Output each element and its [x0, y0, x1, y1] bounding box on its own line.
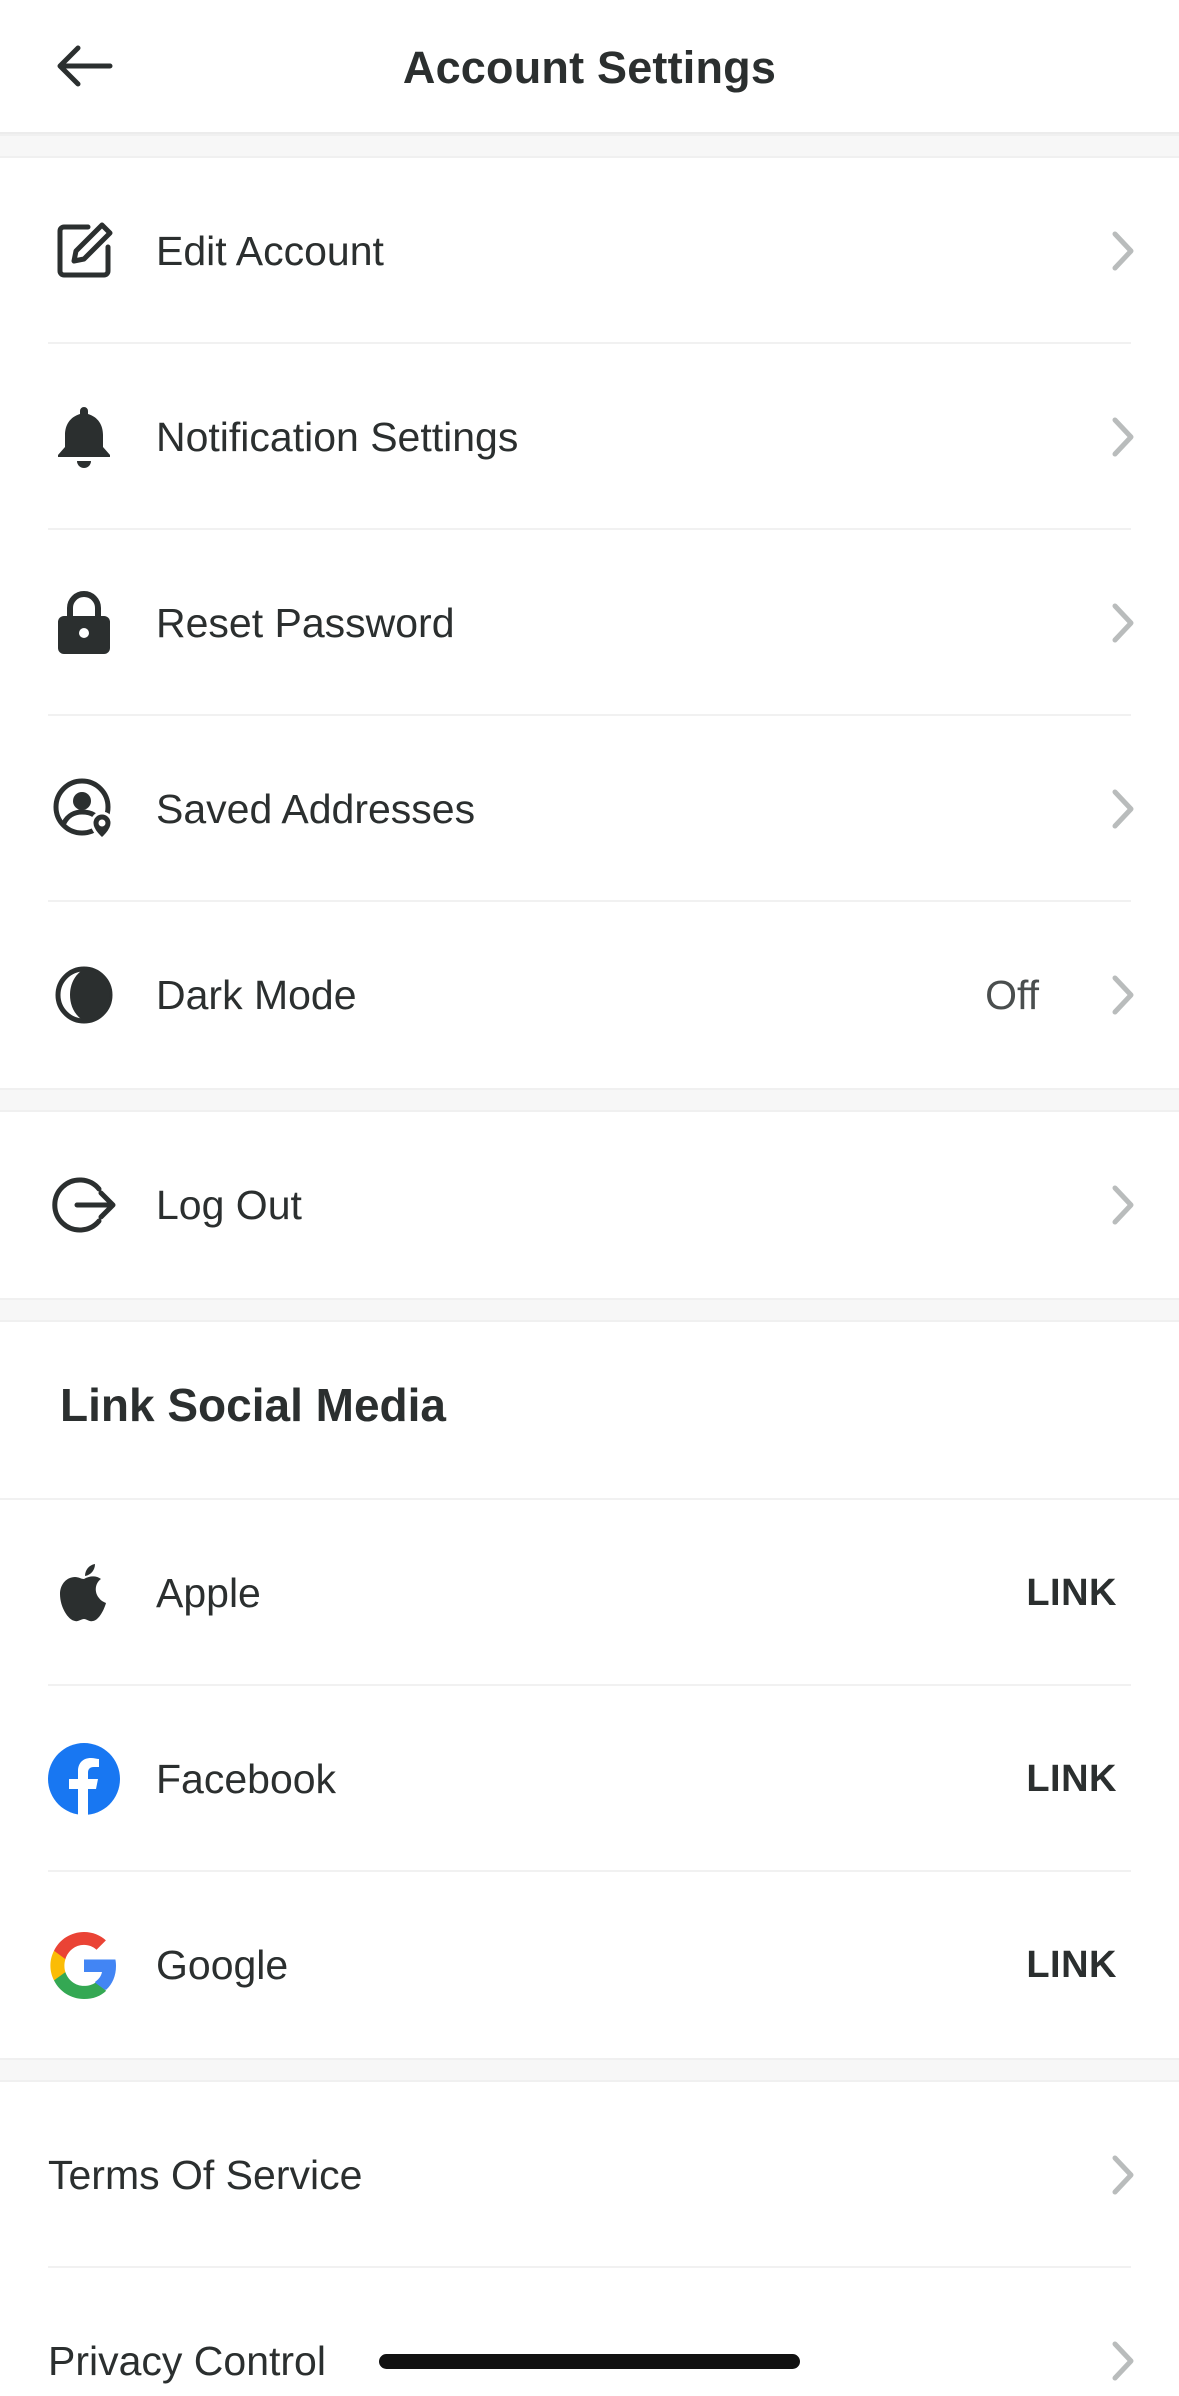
section-title: Link Social Media: [60, 1379, 446, 1431]
facebook-icon: [48, 1743, 120, 1815]
section-gap: [0, 2058, 1179, 2082]
reset-password-row[interactable]: Reset Password: [0, 530, 1179, 716]
chevron-right-icon: [1100, 786, 1146, 832]
facebook-link-row: Facebook LINK: [0, 1686, 1179, 1872]
chevron-right-icon: [1100, 972, 1146, 1018]
chevron-right-icon: [1100, 228, 1146, 274]
facebook-link-button[interactable]: LINK: [1026, 1686, 1117, 1872]
edit-icon: [48, 215, 120, 287]
home-indicator[interactable]: [379, 2354, 800, 2369]
apple-link-row: Apple LINK: [0, 1500, 1179, 1686]
privacy-control-row[interactable]: Privacy Control: [0, 2268, 1179, 2396]
log-out-label: Log Out: [156, 1182, 302, 1228]
terms-of-service-row[interactable]: Terms Of Service: [0, 2082, 1179, 2268]
moon-icon: [48, 959, 120, 1031]
section-gap: [0, 134, 1179, 158]
notification-settings-label: Notification Settings: [156, 414, 519, 460]
privacy-control-label: Privacy Control: [48, 2338, 326, 2384]
section-gap: [0, 1298, 1179, 1322]
chevron-right-icon: [1100, 1182, 1146, 1228]
section-gap: [0, 1088, 1179, 1112]
chevron-right-icon: [1100, 2338, 1146, 2384]
dark-mode-label: Dark Mode: [156, 972, 357, 1018]
apple-label: Apple: [156, 1570, 261, 1616]
google-label: Google: [156, 1942, 289, 1988]
apple-link-button[interactable]: LINK: [1026, 1500, 1117, 1686]
chevron-right-icon: [1100, 600, 1146, 646]
location-user-icon: [48, 773, 120, 845]
notification-settings-row[interactable]: Notification Settings: [0, 344, 1179, 530]
lock-icon: [48, 587, 120, 659]
reset-password-label: Reset Password: [156, 600, 455, 646]
bell-icon: [48, 401, 120, 473]
dark-mode-value: Off: [985, 972, 1039, 1018]
edit-account-label: Edit Account: [156, 228, 384, 274]
google-icon: [48, 1929, 120, 2001]
saved-addresses-label: Saved Addresses: [156, 786, 476, 832]
apple-icon: [48, 1557, 120, 1629]
saved-addresses-row[interactable]: Saved Addresses: [0, 716, 1179, 902]
chevron-right-icon: [1100, 414, 1146, 460]
logout-icon: [48, 1169, 120, 1241]
page-title: Account Settings: [402, 42, 777, 93]
edit-account-row[interactable]: Edit Account: [0, 158, 1179, 344]
google-link-button[interactable]: LINK: [1026, 1872, 1117, 2058]
log-out-row[interactable]: Log Out: [0, 1112, 1179, 1298]
chevron-right-icon: [1100, 2152, 1146, 2198]
terms-of-service-label: Terms Of Service: [48, 2152, 363, 2198]
dark-mode-row[interactable]: Dark Mode Off: [0, 902, 1179, 1088]
google-link-row: Google LINK: [0, 1872, 1179, 2058]
facebook-label: Facebook: [156, 1756, 337, 1802]
top-app-bar: Account Settings: [0, 0, 1179, 134]
